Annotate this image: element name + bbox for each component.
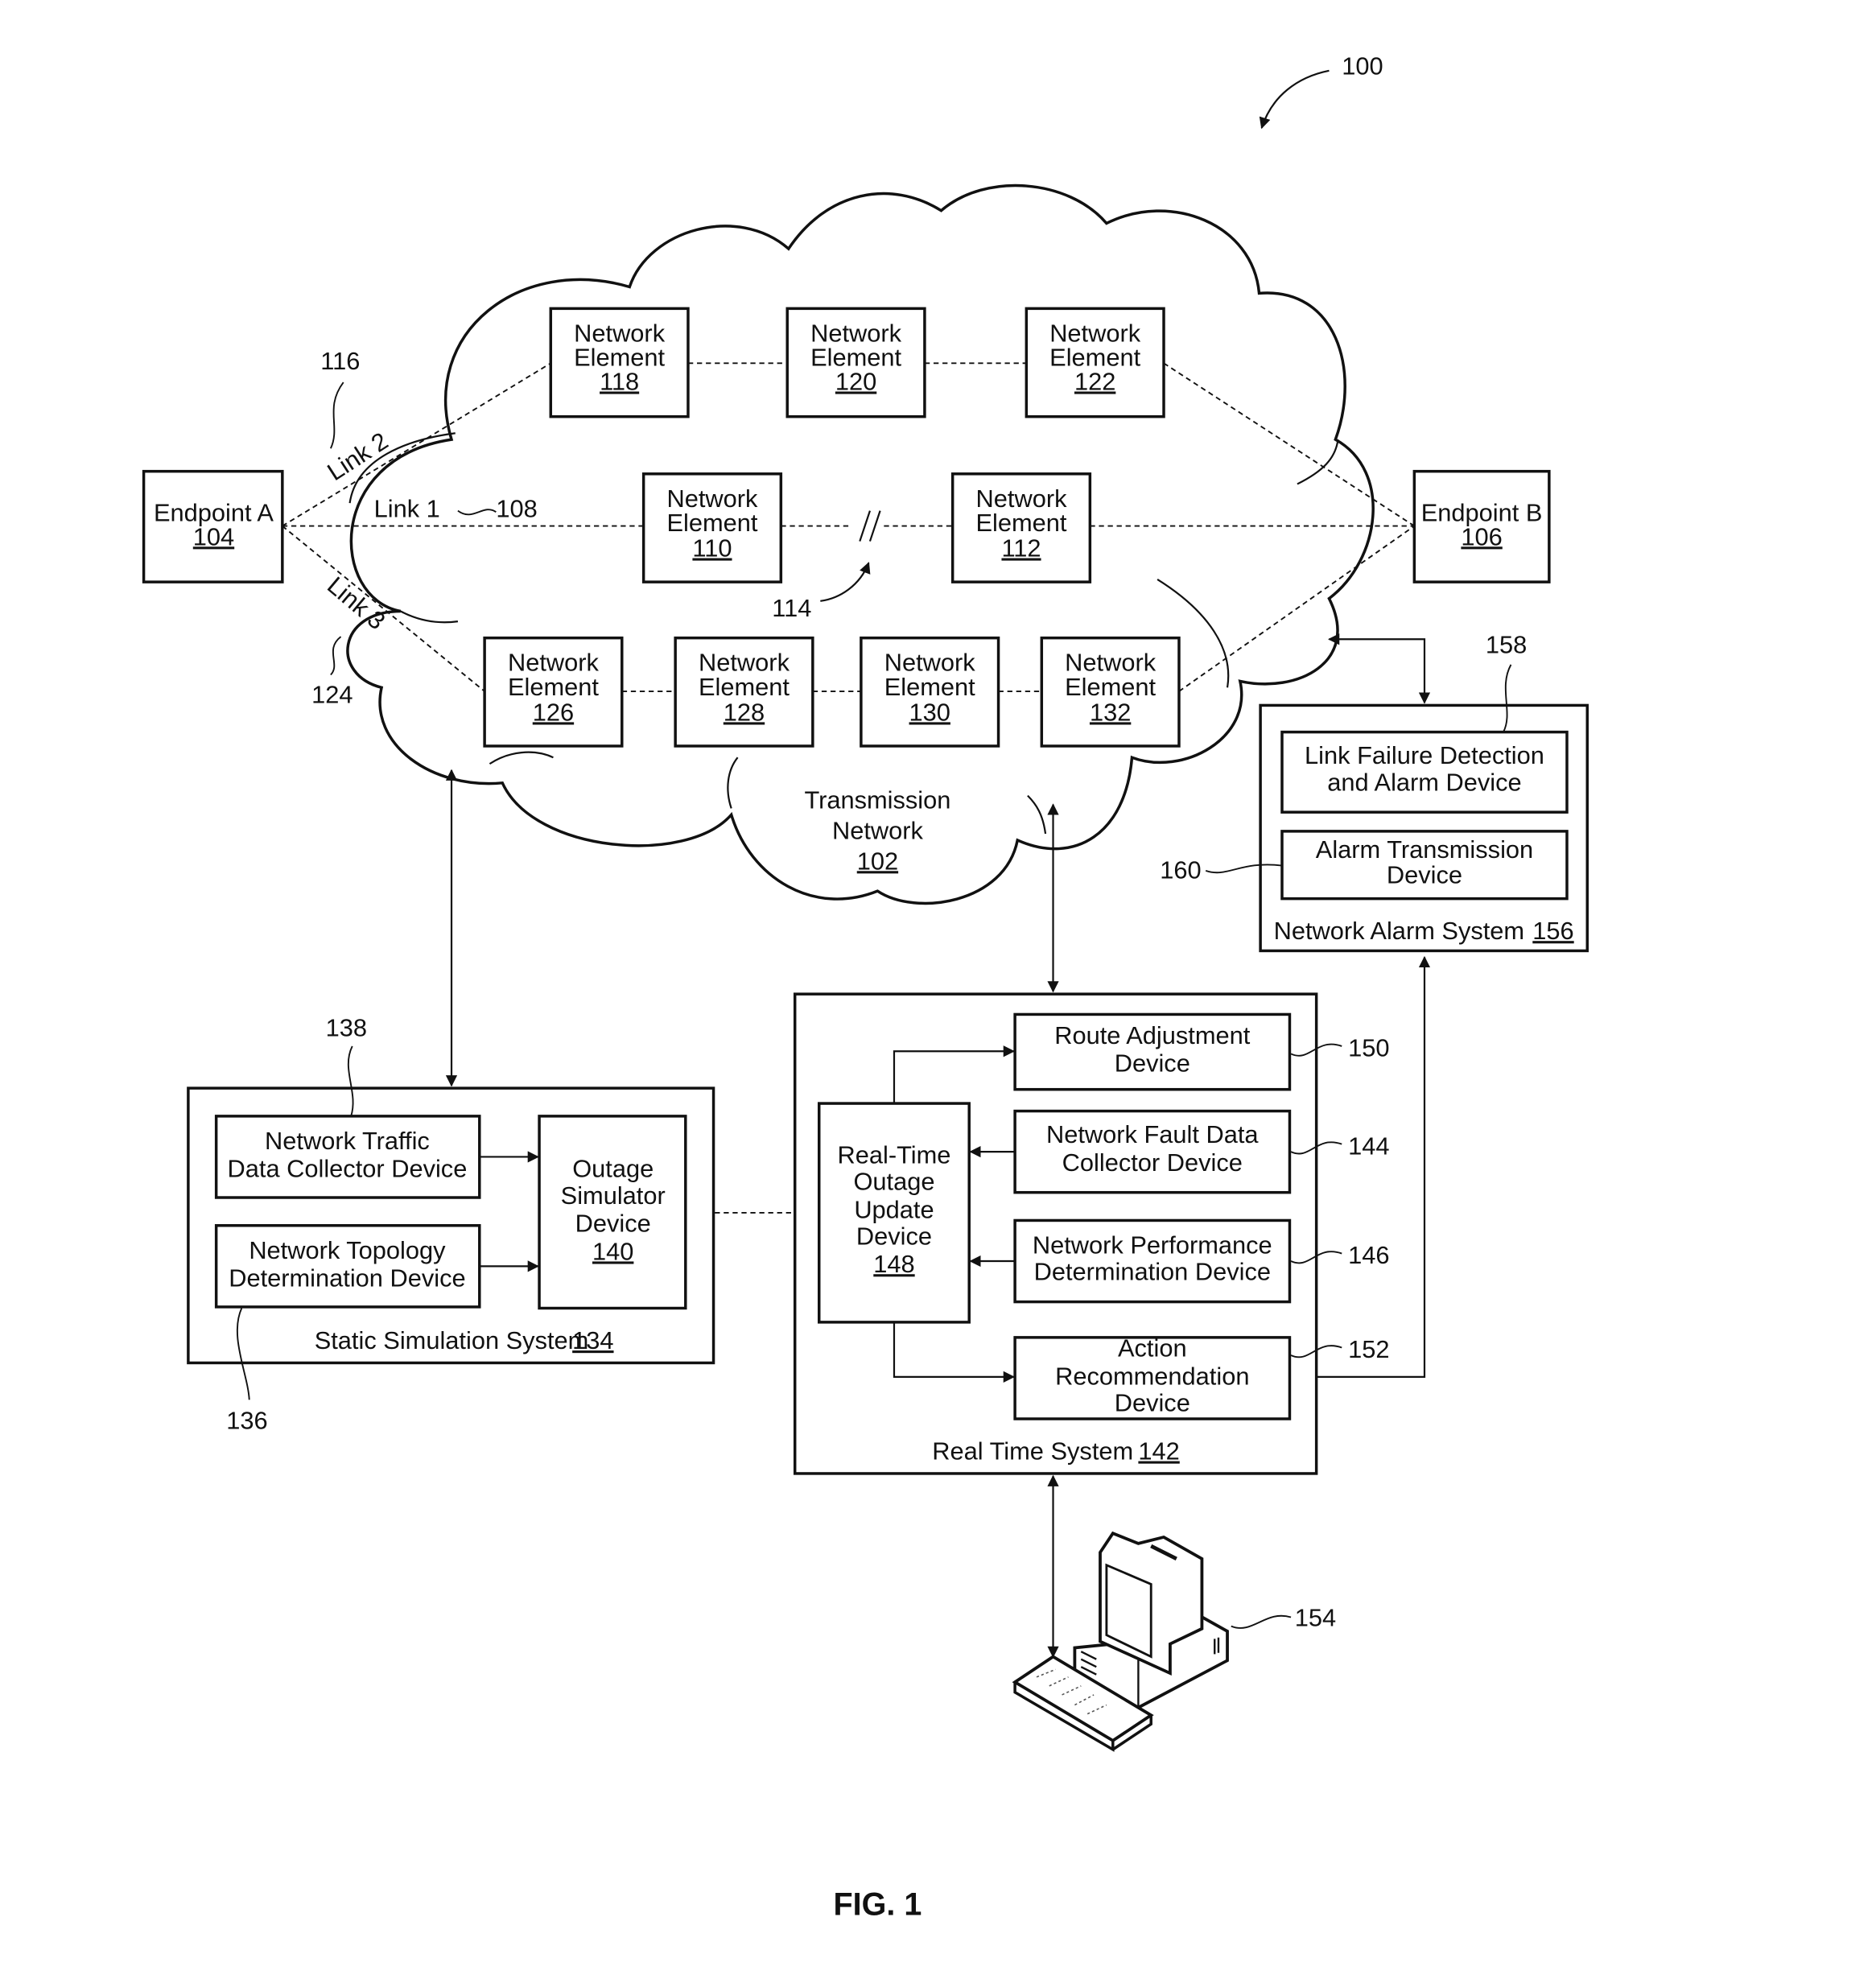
link-2-leader <box>330 381 344 449</box>
ref-152: 152 <box>1348 1335 1389 1363</box>
network-element-130[interactable]: Network Element 130 <box>860 636 1000 748</box>
network-label: Transmission <box>804 785 950 814</box>
link-3-leader <box>330 636 342 676</box>
alarm-transmission-label: Device <box>1387 861 1462 889</box>
topology-device-label: Determination Device <box>229 1264 465 1292</box>
network-element-120[interactable]: Network Element 120 <box>785 307 926 418</box>
endpoint-b[interactable]: Endpoint B 106 <box>1412 469 1551 583</box>
topology-device-label: Network Topology <box>249 1236 446 1264</box>
outage-simulator-label: Device <box>575 1210 651 1238</box>
performance-device-label: Network Performance <box>1033 1231 1272 1259</box>
ref-160: 160 <box>1160 855 1201 884</box>
network-element-ref: 128 <box>724 698 765 726</box>
action-recommendation-label: Action <box>1118 1334 1187 1363</box>
figure-title: FIG. 1 <box>834 1886 922 1922</box>
ref-100: 100 <box>1342 52 1383 80</box>
network-element-ref: 126 <box>533 698 574 726</box>
ref-158: 158 <box>1486 631 1527 659</box>
link-1-label: Link 1 <box>374 495 440 523</box>
ref-136: 136 <box>226 1407 267 1435</box>
route-adjustment-label: Device <box>1115 1049 1190 1078</box>
network-element-label: Element <box>508 673 599 701</box>
traffic-collector-label: Data Collector Device <box>228 1155 468 1183</box>
network-element-ref: 120 <box>835 367 876 395</box>
link-3-ref: 124 <box>311 680 353 708</box>
outage-update-label: Outage <box>853 1168 934 1196</box>
network-element-122[interactable]: Network Element 122 <box>1025 307 1165 418</box>
computer-icon[interactable] <box>1012 1531 1229 1752</box>
static-system-ref: 134 <box>572 1326 613 1354</box>
endpoint-b-ref: 106 <box>1461 522 1502 550</box>
real-time-system[interactable]: Real-Time Outage Update Device 148 Route… <box>793 992 1390 1475</box>
network-element-label: Element <box>976 509 1067 537</box>
network-element-ref: 118 <box>600 367 639 395</box>
network-element-110[interactable]: Network Element 110 <box>641 472 783 583</box>
static-system-label: Static Simulation System <box>315 1326 589 1354</box>
ref-154-leader <box>1231 1614 1292 1629</box>
realtime-system-ref: 142 <box>1138 1437 1179 1466</box>
outage-simulator-ref: 140 <box>592 1237 633 1265</box>
network-element-126[interactable]: Network Element 126 <box>483 636 624 748</box>
break-ref: 114 <box>772 594 811 622</box>
action-recommendation-label: Recommendation <box>1055 1362 1249 1390</box>
link-failure-detection-label: and Alarm Device <box>1327 768 1521 796</box>
link-1-ref: 108 <box>496 495 537 523</box>
ref-150: 150 <box>1348 1034 1389 1062</box>
fault-collector-label: Collector Device <box>1062 1148 1243 1177</box>
ref-146: 146 <box>1348 1241 1389 1269</box>
traffic-collector-label: Network Traffic <box>265 1127 430 1155</box>
computer-terminal[interactable]: 154 <box>1012 1531 1336 1752</box>
network-element-label: Element <box>699 673 790 701</box>
link-failure-detection-label: Link Failure Detection <box>1305 741 1544 769</box>
network-element-132[interactable]: Network Element 132 <box>1040 636 1181 748</box>
network-label: Network <box>832 816 924 844</box>
network-element-ref: 110 <box>692 534 732 563</box>
endpoint-a-ref: 104 <box>193 522 234 550</box>
cloud-alarm-connector <box>1328 633 1431 704</box>
network-diagram: 100 Transmission Network 102 Link 1 108 … <box>142 52 1589 1922</box>
link-2-ref: 116 <box>320 347 360 375</box>
network-element-label: Element <box>884 673 975 701</box>
outage-simulator-label: Simulator <box>561 1181 666 1210</box>
network-element-ref: 112 <box>1001 534 1041 563</box>
network-ref: 102 <box>857 847 898 875</box>
outage-update-label: Real-Time <box>838 1140 951 1169</box>
outage-update-ref: 148 <box>873 1250 914 1278</box>
fault-collector-label: Network Fault Data <box>1046 1120 1259 1148</box>
alarm-system-label: Network Alarm System <box>1274 917 1524 945</box>
ref-154: 154 <box>1295 1604 1336 1632</box>
alarm-transmission-label: Alarm Transmission <box>1316 835 1533 864</box>
outage-simulator-label: Outage <box>572 1155 654 1183</box>
alarm-system-ref: 156 <box>1532 917 1573 945</box>
network-element-ref: 130 <box>909 698 950 726</box>
performance-device-label: Determination Device <box>1034 1258 1271 1286</box>
outage-update-label: Update <box>854 1195 934 1223</box>
system-reference: 100 <box>1259 52 1383 130</box>
transmission-network-cloud: Transmission Network 102 <box>346 183 1375 905</box>
network-element-128[interactable]: Network Element 128 <box>674 636 814 748</box>
ref-138: 138 <box>326 1013 367 1041</box>
network-element-ref: 122 <box>1074 367 1115 395</box>
ref-144: 144 <box>1348 1132 1389 1160</box>
network-element-label: Element <box>666 509 757 537</box>
network-element-118[interactable]: Network Element 118 <box>549 307 690 418</box>
ref-100-arrow <box>1259 69 1330 130</box>
network-element-ref: 132 <box>1090 698 1131 726</box>
network-element-112[interactable]: Network Element 112 <box>950 472 1092 583</box>
realtime-system-label: Real Time System <box>932 1437 1133 1466</box>
outage-update-label: Device <box>856 1222 932 1250</box>
action-recommendation-label: Device <box>1115 1389 1190 1417</box>
route-adjustment-label: Route Adjustment <box>1054 1021 1251 1049</box>
endpoint-a[interactable]: Endpoint A 104 <box>142 469 284 583</box>
network-element-label: Element <box>1065 673 1156 701</box>
